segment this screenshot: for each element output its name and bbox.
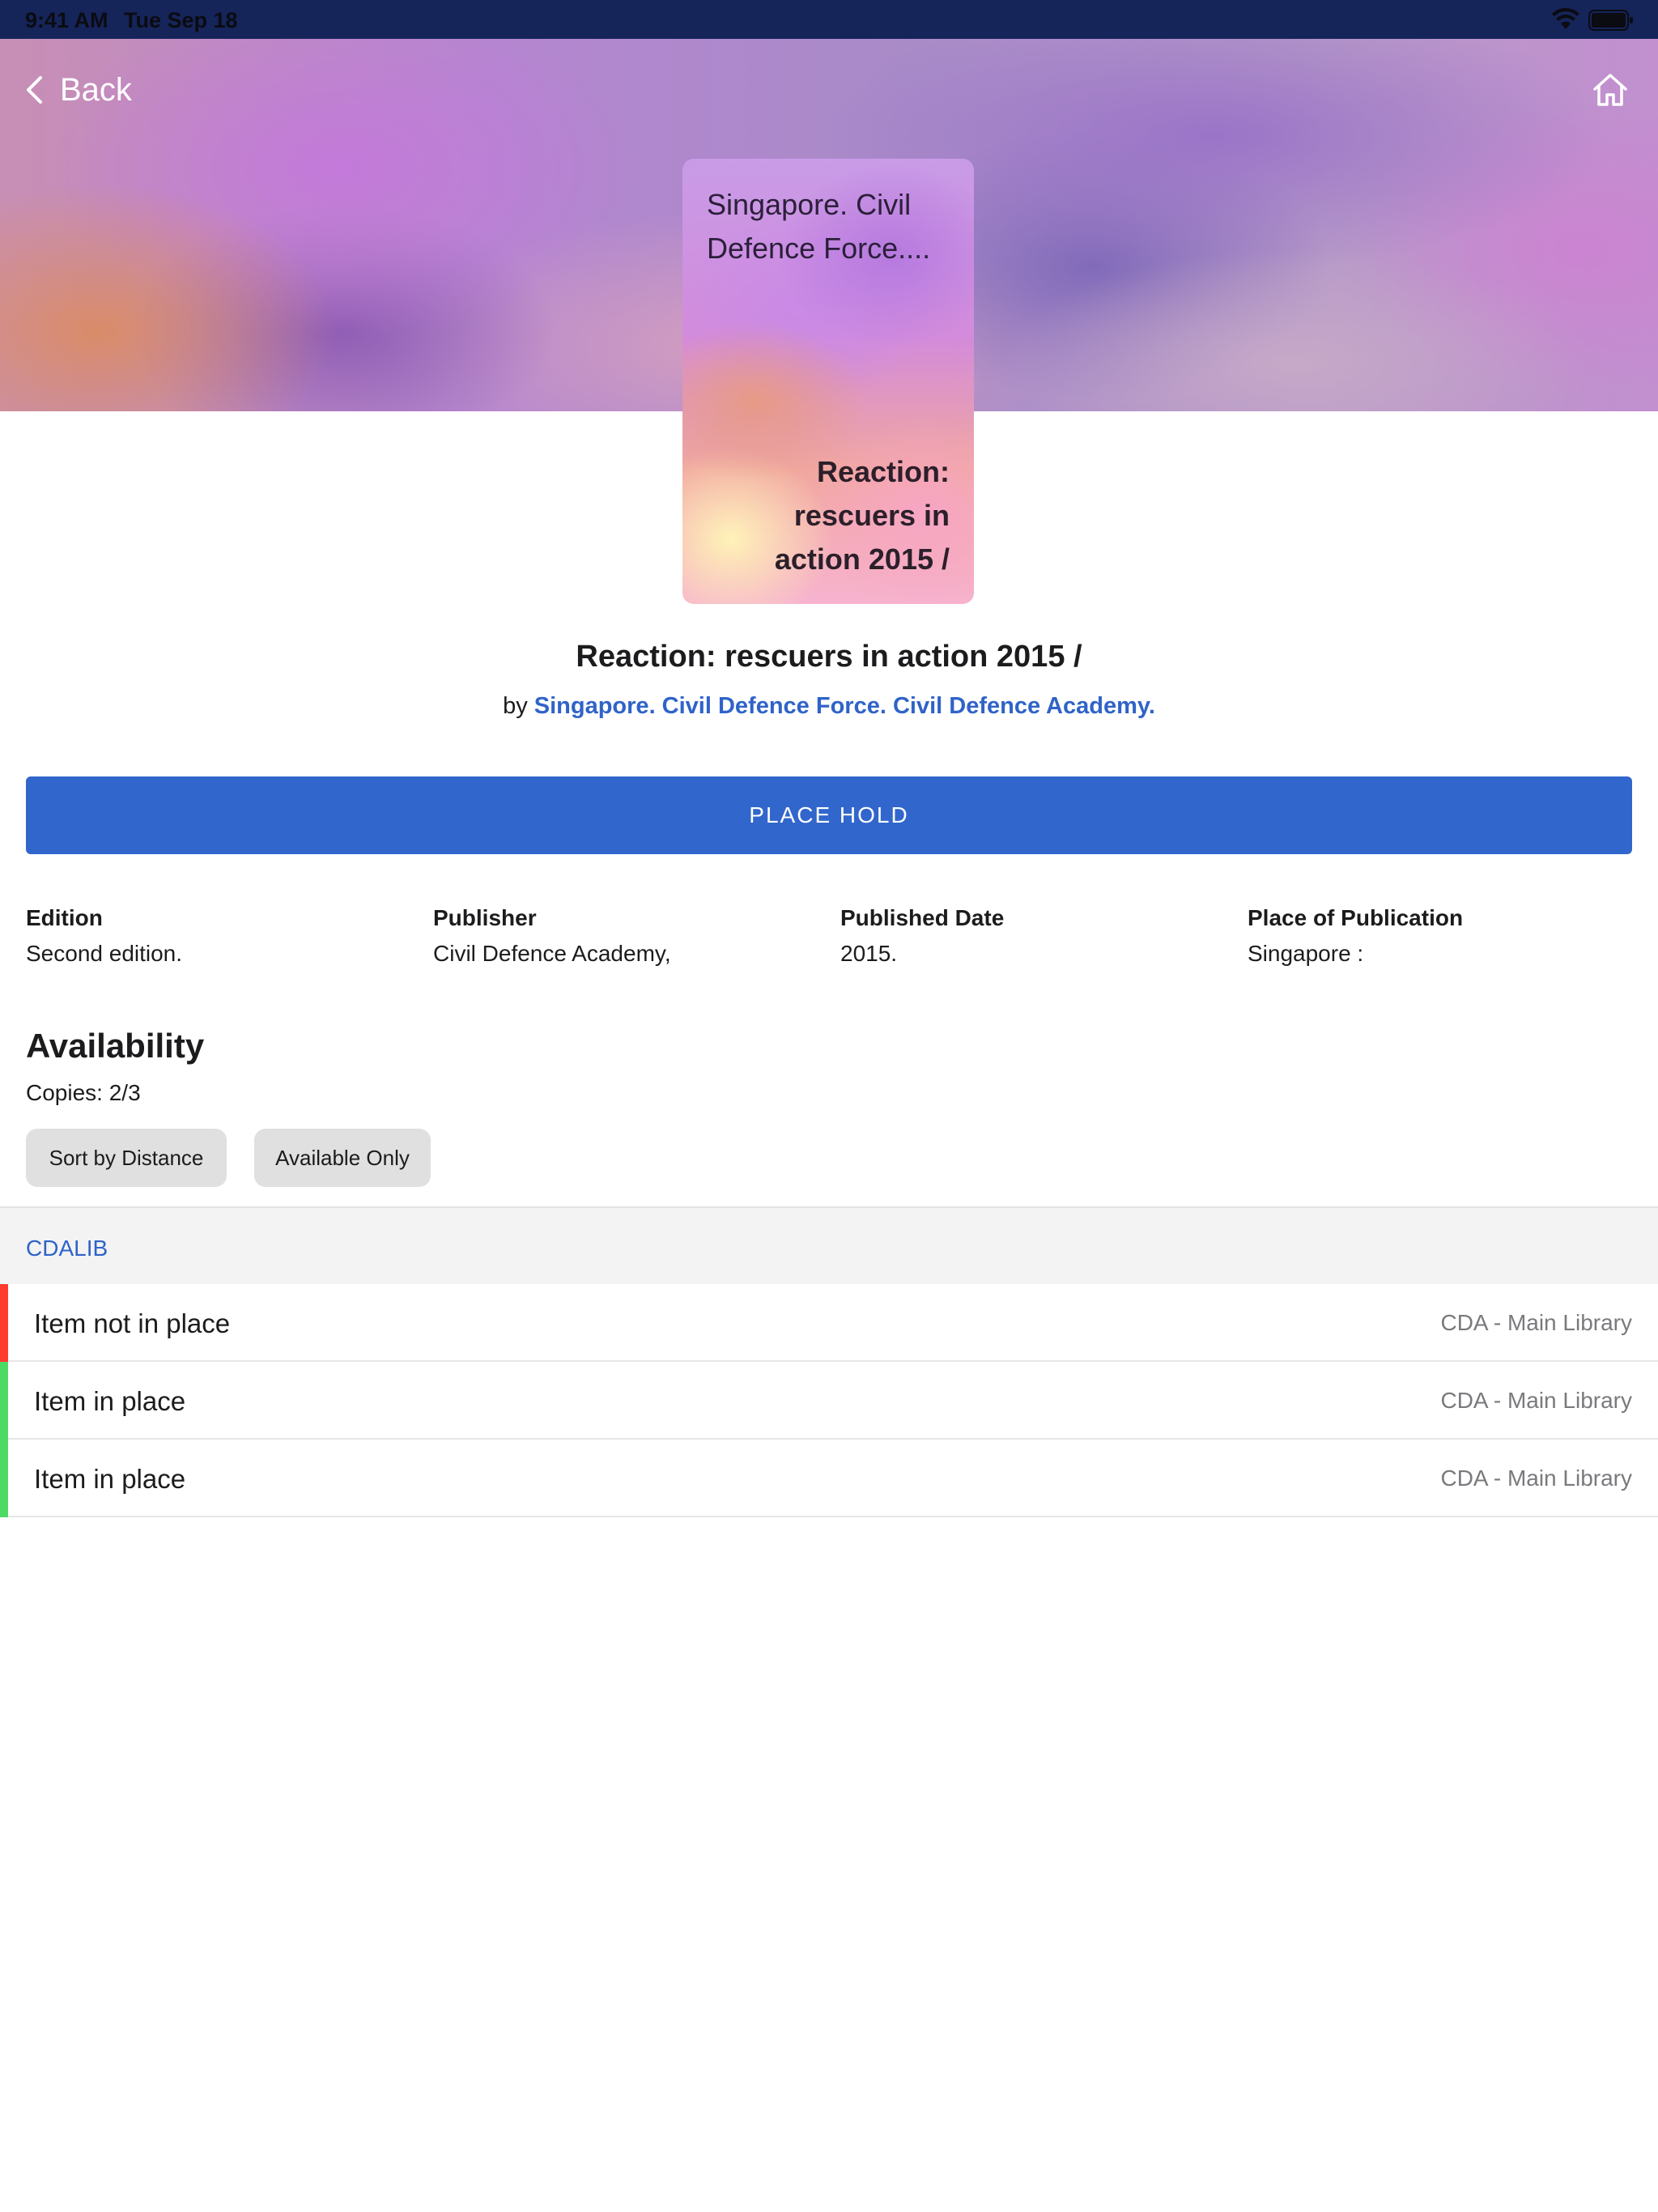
- item-library: CDA - Main Library: [1440, 1310, 1632, 1335]
- detail-label: Published Date: [840, 905, 1005, 930]
- detail-label: Edition: [26, 905, 103, 930]
- item-status: Item in place: [34, 1464, 186, 1494]
- home-icon[interactable]: [1592, 71, 1629, 108]
- sort-by-distance-button[interactable]: Sort by Distance: [26, 1129, 227, 1187]
- place-hold-button[interactable]: PLACE HOLD: [26, 776, 1632, 854]
- list-item[interactable]: Item in place CDA - Main Library: [0, 1362, 1658, 1440]
- availability-heading: Availability: [26, 1027, 205, 1065]
- wifi-icon: [1552, 8, 1579, 29]
- status-time: 9:41 AM: [25, 8, 108, 32]
- item-status: Item in place: [34, 1386, 186, 1416]
- detail-label: Place of Publication: [1248, 905, 1464, 930]
- back-label: Back: [60, 71, 132, 108]
- status-indicator: [0, 1362, 8, 1440]
- battery-icon: [1588, 10, 1633, 31]
- detail-value: Civil Defence Academy,: [433, 941, 671, 966]
- byline: by Singapore. Civil Defence Force. Civil…: [0, 693, 1658, 720]
- list-item[interactable]: Item in place CDA - Main Library: [0, 1440, 1658, 1517]
- available-only-button[interactable]: Available Only: [254, 1129, 431, 1187]
- book-cover: Singapore. Civil Defence Force.... React…: [682, 159, 974, 604]
- item-library: CDA - Main Library: [1440, 1465, 1632, 1491]
- status-date: Tue Sep 18: [124, 8, 238, 32]
- copies-count: Copies: 2/3: [26, 1080, 141, 1105]
- detail-value: Second edition.: [26, 941, 183, 966]
- item-status: Item not in place: [34, 1308, 231, 1338]
- detail-place-of-publication: Place of Publication Singapore :: [1248, 905, 1463, 967]
- status-indicator: [0, 1284, 8, 1362]
- chevron-left-icon: [27, 76, 42, 104]
- detail-value: Singapore :: [1248, 941, 1364, 966]
- book-title: Reaction: rescuers in action 2015 /: [576, 640, 1082, 674]
- detail-value: 2015.: [840, 941, 898, 966]
- status-bar: 9:41 AM Tue Sep 18: [0, 0, 1658, 39]
- list-item[interactable]: Item not in place CDA - Main Library: [0, 1284, 1658, 1362]
- cover-author: Singapore. Civil Defence Force....: [707, 188, 931, 265]
- detail-published-date: Published Date 2015.: [840, 905, 1004, 967]
- author-link[interactable]: Singapore. Civil Defence Force. Civil De…: [534, 693, 1155, 719]
- item-library: CDA - Main Library: [1440, 1388, 1632, 1413]
- detail-label: Publisher: [433, 905, 537, 930]
- status-indicator: [0, 1440, 8, 1517]
- by-prefix: by: [503, 693, 528, 719]
- detail-edition: Edition Second edition.: [26, 905, 182, 967]
- back-button[interactable]: Back: [24, 70, 132, 110]
- book-details: Edition Second edition. Publisher Civil …: [0, 905, 1658, 978]
- cover-title: Reaction: rescuers in action 2015 /: [774, 455, 950, 576]
- location-header[interactable]: CDALIB: [0, 1206, 1658, 1284]
- detail-publisher: Publisher Civil Defence Academy,: [433, 905, 671, 967]
- location-label: CDALIB: [26, 1236, 108, 1261]
